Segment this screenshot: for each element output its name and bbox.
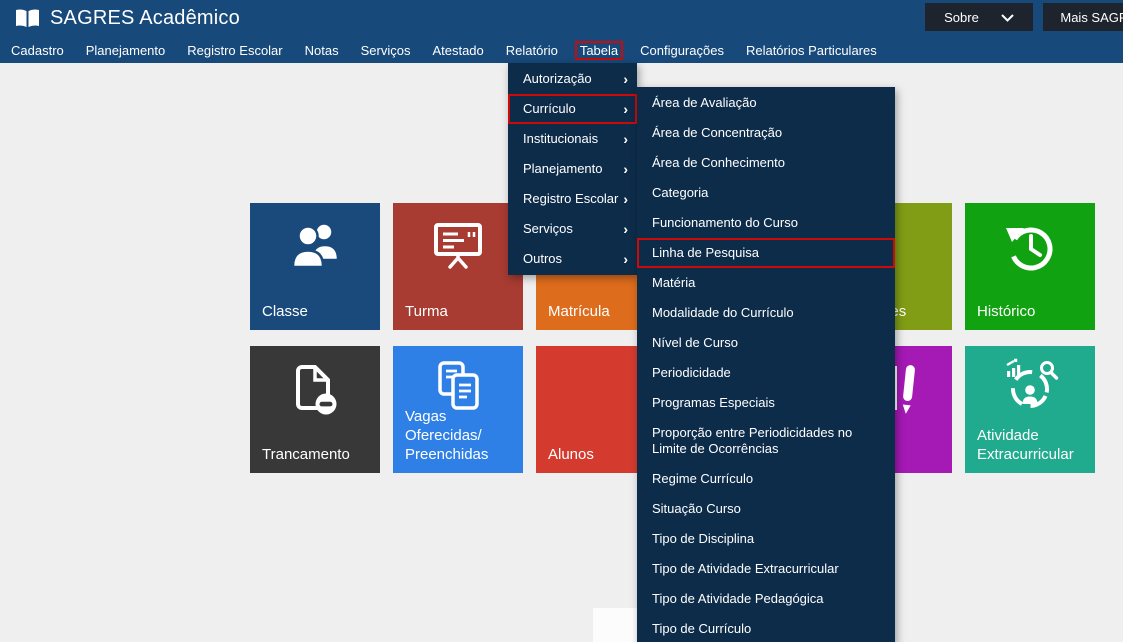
open-book-icon <box>14 8 41 34</box>
history-clock-icon <box>965 219 1095 277</box>
submenu-item-area-de-conhecimento[interactable]: Área de Conhecimento <box>637 148 895 178</box>
submenu-item-programas-especiais[interactable]: Programas Especiais <box>637 388 895 418</box>
menubar-item-tabela[interactable]: Tabela <box>569 38 629 63</box>
tile-label: Classe <box>262 302 376 321</box>
submenu-item-funcionamento-do-curso[interactable]: Funcionamento do Curso <box>637 208 895 238</box>
submenu-item-tipo-de-atividade-extracurricular[interactable]: Tipo de Atividade Extracurricular <box>637 554 895 584</box>
menubar-item-registro-escolar[interactable]: Registro Escolar <box>176 40 293 61</box>
menubar-item-atestado[interactable]: Atestado <box>421 40 494 61</box>
menubar-item-notas[interactable]: Notas <box>294 40 350 61</box>
menubar-item-relatorios-particulares[interactable]: Relatórios Particulares <box>735 40 888 61</box>
submenu-item-periodicidade[interactable]: Periodicidade <box>637 358 895 388</box>
tile-label: Atividade Extracurricular <box>977 426 1091 464</box>
menu-item-registro-escolar[interactable]: Registro Escolar › <box>508 184 637 214</box>
menu-item-institucionais[interactable]: Institucionais › <box>508 124 637 154</box>
sobre-button[interactable]: Sobre <box>925 3 1033 31</box>
submenu-item-linha-de-pesquisa[interactable]: Linha de Pesquisa <box>637 238 895 268</box>
app-title: SAGRES Acadêmico <box>50 7 240 30</box>
people-icon <box>250 219 380 275</box>
menu-item-servicos[interactable]: Serviços › <box>508 214 637 244</box>
menu-item-outros[interactable]: Outros › <box>508 244 637 274</box>
submenu-arrow-icon: › <box>623 124 628 154</box>
menu-item-curriculo[interactable]: Currículo › <box>508 94 637 124</box>
tile-label: Vagas Oferecidas/ Preenchidas <box>405 407 519 464</box>
submenu-item-categoria[interactable]: Categoria <box>637 178 895 208</box>
extracurricular-activity-icon <box>965 356 1095 418</box>
submenu-arrow-icon: › <box>623 64 628 94</box>
submenu-arrow-icon: › <box>623 94 628 124</box>
app-header: SAGRES Acadêmico Sobre Mais SAGRES <box>0 0 1123 38</box>
curriculo-submenu: Área de Avaliação Área de Concentração Á… <box>637 87 895 642</box>
menubar-item-planejamento[interactable]: Planejamento <box>75 40 177 61</box>
tile-label: Histórico <box>977 302 1091 321</box>
submenu-item-area-de-concentracao[interactable]: Área de Concentração <box>637 118 895 148</box>
tile-vagas-oferecidas-preenchidas[interactable]: Vagas Oferecidas/ Preenchidas <box>393 346 523 473</box>
submenu-item-proporcao-periodicidades[interactable]: Proporção entre Periodicidades no Limite… <box>637 418 895 464</box>
tile-turma[interactable]: Turma <box>393 203 523 330</box>
menu-item-label: Autorização <box>523 71 592 86</box>
menu-item-label: Serviços <box>523 221 573 236</box>
background-panel-fragment <box>593 608 637 642</box>
menu-item-label: Planejamento <box>523 161 603 176</box>
submenu-item-tipo-de-disciplina[interactable]: Tipo de Disciplina <box>637 524 895 554</box>
menubar-item-servicos[interactable]: Serviços <box>350 40 422 61</box>
mais-sagres-label: Mais SAGRES <box>1060 10 1123 25</box>
sagres-app-window: SAGRES Acadêmico Sobre Mais SAGRES Cadas… <box>0 0 1123 642</box>
submenu-item-area-de-avaliacao[interactable]: Área de Avaliação <box>637 88 895 118</box>
submenu-item-nivel-de-curso[interactable]: Nível de Curso <box>637 328 895 358</box>
submenu-item-tipo-de-curriculo[interactable]: Tipo de Currículo <box>637 614 895 642</box>
menubar-item-relatorio[interactable]: Relatório <box>495 40 569 61</box>
main-menubar: Cadastro Planejamento Registro Escolar N… <box>0 38 1123 63</box>
submenu-arrow-icon: › <box>623 214 628 244</box>
sobre-label: Sobre <box>944 10 979 25</box>
tabela-dropdown-menu: Autorização › Currículo › Institucionais… <box>508 63 637 275</box>
mais-sagres-button[interactable]: Mais SAGRES <box>1043 3 1123 31</box>
submenu-item-tipo-de-atividade-pedagogica[interactable]: Tipo de Atividade Pedagógica <box>637 584 895 614</box>
submenu-item-situacao-curso[interactable]: Situação Curso <box>637 494 895 524</box>
submenu-arrow-icon: › <box>623 244 628 274</box>
tile-label: Trancamento <box>262 445 376 464</box>
menu-item-planejamento[interactable]: Planejamento › <box>508 154 637 184</box>
tile-trancamento[interactable]: Trancamento <box>250 346 380 473</box>
presentation-board-icon <box>393 219 523 275</box>
menubar-item-configuracoes[interactable]: Configurações <box>629 40 735 61</box>
tile-atividade-extracurricular[interactable]: Atividade Extracurricular <box>965 346 1095 473</box>
tile-historico[interactable]: Histórico <box>965 203 1095 330</box>
chevron-down-icon <box>1001 10 1014 25</box>
tile-classe[interactable]: Classe <box>250 203 380 330</box>
submenu-item-modalidade-do-curriculo[interactable]: Modalidade do Currículo <box>637 298 895 328</box>
menubar-item-cadastro[interactable]: Cadastro <box>0 40 75 61</box>
menu-item-label: Outros <box>523 251 562 266</box>
menu-item-label: Currículo <box>523 101 576 116</box>
submenu-arrow-icon: › <box>623 184 628 214</box>
tile-label: Turma <box>405 302 519 321</box>
submenu-arrow-icon: › <box>623 154 628 184</box>
menu-item-label: Institucionais <box>523 131 598 146</box>
submenu-item-regime-curriculo[interactable]: Regime Currículo <box>637 464 895 494</box>
document-minus-icon <box>250 362 380 420</box>
menu-item-autorizacao[interactable]: Autorização › <box>508 64 637 94</box>
menu-item-label: Registro Escolar <box>523 191 618 206</box>
menubar-item-tabela-label: Tabela <box>575 41 623 60</box>
submenu-item-materia[interactable]: Matéria <box>637 268 895 298</box>
